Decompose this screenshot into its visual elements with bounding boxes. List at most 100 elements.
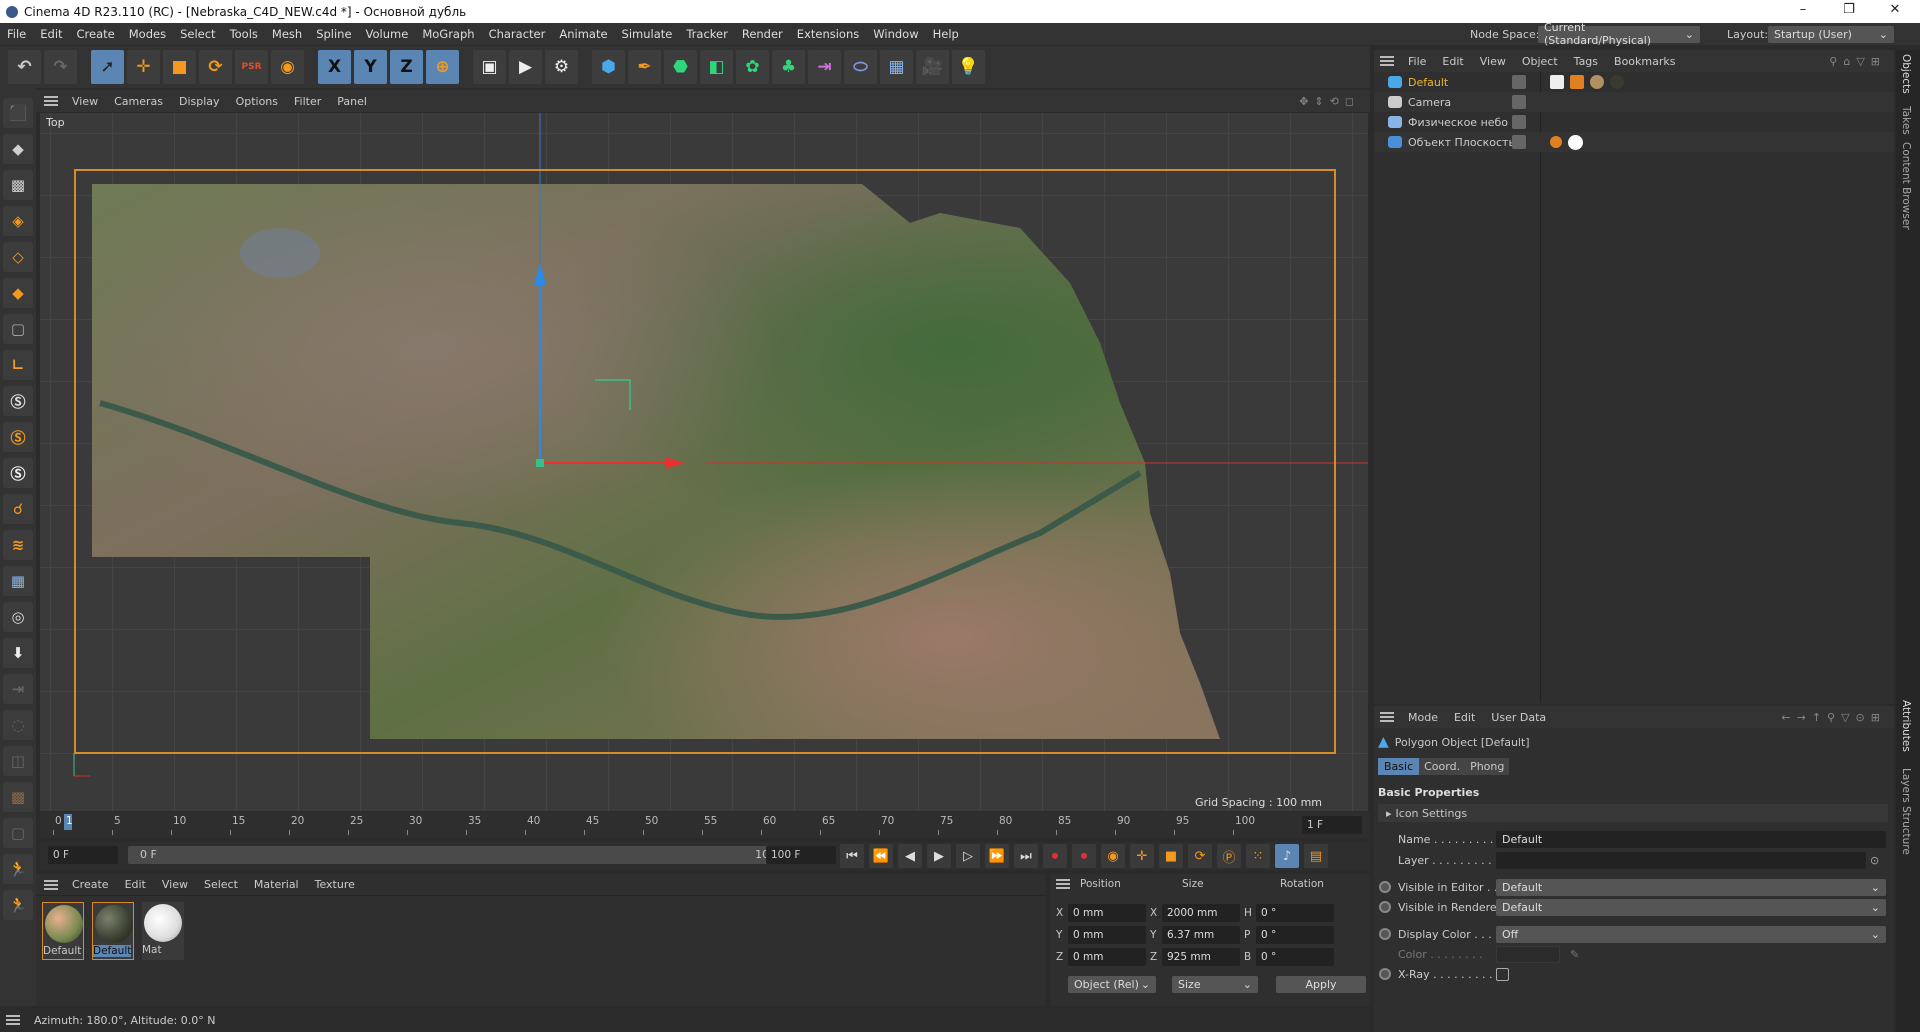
start-frame-field[interactable]: 0 F [48,846,118,864]
menu-item-edit[interactable]: Edit [1434,55,1471,68]
visible-renderer-select[interactable]: Default ⌄ [1496,898,1886,916]
rotation-field[interactable]: 0 ° [1256,948,1334,966]
render-view-icon[interactable]: ▣ [473,50,506,84]
light-icon[interactable]: 💡 [952,50,985,84]
node-space-select[interactable]: Current (Standard/Physical) ⌄ [1538,21,1700,47]
tweak-mode-icon[interactable]: ☌ [3,494,33,524]
array-icon[interactable]: ♣ [772,50,805,84]
y-axis-lock-button[interactable]: Y [354,50,387,84]
animate-radio-icon[interactable] [1379,968,1391,980]
name-field[interactable]: Default [1496,830,1886,848]
uv-mode-icon[interactable]: ▢ [3,314,33,344]
play-icon[interactable]: ▶ [927,844,951,868]
character-import-icon[interactable]: 🏃 [3,854,33,884]
menu-item-simulate[interactable]: Simulate [615,27,680,41]
menu-item-tags[interactable]: Tags [1566,55,1606,68]
pick-layer-icon[interactable]: ⊙ [1870,854,1879,867]
animate-radio-icon[interactable] [1379,881,1391,893]
make-editable-icon[interactable]: ⬛ [3,98,33,128]
hamburger-icon[interactable] [1380,56,1394,66]
menu-item-display[interactable]: Display [171,95,228,108]
rotation-key-icon[interactable]: ⟳ [1188,844,1212,868]
z-axis-lock-button[interactable]: Z [390,50,423,84]
polygons-mode-icon[interactable]: ◆ [3,278,33,308]
extrude-icon[interactable]: ◧ [700,50,733,84]
menu-item-edit[interactable]: Edit [117,878,154,891]
go-to-start-icon[interactable]: ⏮ [840,844,864,868]
object-row[interactable]: Объект Плоскость [1374,132,1894,152]
grid-plane-icon[interactable]: ▦ [3,566,33,596]
menu-item-character[interactable]: Character [482,27,553,41]
menu-item-modes[interactable]: Modes [122,27,173,41]
camera-icon[interactable]: 🎥 [916,50,949,84]
menu-item-create[interactable]: Create [70,27,122,41]
object-row[interactable]: Camera [1374,92,1894,112]
menu-item-render[interactable]: Render [735,27,790,41]
menu-item-mograph[interactable]: MoGraph [415,27,481,41]
render-picture-viewer-icon[interactable]: ▶ [509,50,542,84]
menu-item-material[interactable]: Material [246,878,307,891]
menu-item-view[interactable]: View [154,878,196,891]
material-tag-icon[interactable] [1610,75,1624,89]
disabled-tool-icon[interactable]: ◌ [3,710,33,740]
coord-mode-select[interactable]: Object (Rel) ⌄ [1068,976,1156,993]
position-field[interactable]: 0 mm [1068,904,1146,922]
side-tab-content-browser[interactable]: Content Browser [1900,142,1912,230]
close-button[interactable]: ✕ [1880,2,1910,17]
menu-item-select[interactable]: Select [196,878,246,891]
axis-mode-icon[interactable]: ∟ [3,350,33,380]
menu-item-tracker[interactable]: Tracker [679,27,735,41]
size-mode-select[interactable]: Size ⌄ [1172,976,1258,993]
animate-radio-icon[interactable] [1379,928,1391,940]
menu-item-texture[interactable]: Texture [307,878,363,891]
viewport-top[interactable]: Top Grid Spacing : 100 mm [40,113,1368,811]
menu-item-filter[interactable]: Filter [286,95,329,108]
menu-item-spline[interactable]: Spline [309,27,358,41]
menu-item-edit[interactable]: Edit [1446,711,1483,724]
menu-item-mode[interactable]: Mode [1400,711,1446,724]
hamburger-icon[interactable] [6,1015,20,1025]
disabled-tool-icon[interactable]: ◫ [3,746,33,776]
frame-range-slider[interactable]: 0 F 100 F [128,846,794,864]
material-swatch[interactable]: Mat [142,902,184,960]
tab-basic[interactable]: Basic [1378,758,1420,775]
object-manager-tools-icons[interactable]: ⚲⌂▽⊞ [1829,55,1886,68]
next-key-icon[interactable]: ⏩ [985,844,1009,868]
menu-item-options[interactable]: Options [228,95,286,108]
menu-item-select[interactable]: Select [173,27,222,41]
material-swatch[interactable]: Default [92,902,134,960]
snap-icon[interactable]: Ⓢ [3,386,33,416]
rotation-field[interactable]: 0 ° [1256,926,1334,944]
select-tool-icon[interactable]: ➚ [91,50,124,84]
menu-item-file[interactable]: File [0,27,33,41]
cube-icon[interactable]: ⬢ [592,50,625,84]
minimize-button[interactable]: – [1788,2,1818,17]
render-settings-icon[interactable]: ⚙ [545,50,578,84]
menu-item-edit[interactable]: Edit [33,27,69,41]
menu-item-cameras[interactable]: Cameras [106,95,171,108]
restore-button[interactable]: ❐ [1834,2,1864,17]
menu-item-bookmarks[interactable]: Bookmarks [1606,55,1683,68]
size-field[interactable]: 6.37 mm [1162,926,1240,944]
align-icon[interactable]: ⇥ [3,674,33,704]
side-tab-structure[interactable]: Structure [1900,806,1912,855]
mograph-cloner-icon[interactable]: ✿ [736,50,769,84]
pen-icon[interactable]: ✒ [628,50,661,84]
scale-tool-icon[interactable]: ■ [163,50,196,84]
side-tab-attributes[interactable]: Attributes [1900,700,1912,752]
timeline-ruler[interactable]: 0 5 10 15 20 25 30 35 40 45 50 55 60 65 70 75 80 85 90 95 10… [40,812,1370,838]
box-icon[interactable]: ▩ [3,782,33,812]
material-tag-icon[interactable] [1570,75,1584,89]
menu-item-animate[interactable]: Animate [552,27,614,41]
tab-phong[interactable]: Phong [1465,758,1510,775]
menu-item-help[interactable]: Help [926,27,966,41]
keyframe-selection-icon[interactable]: ◉ [1101,844,1125,868]
floor-icon[interactable]: ▦ [880,50,913,84]
menu-item-create[interactable]: Create [64,878,117,891]
visibility-toggle-icon[interactable] [1512,95,1526,109]
object-row[interactable]: Default [1374,72,1894,92]
move-tool-icon[interactable]: ✛ [127,50,160,84]
disabled-tool-icon[interactable]: ▢ [3,818,33,848]
previous-key-icon[interactable]: ⏪ [869,844,893,868]
deformer-icon[interactable]: ⇥ [808,50,841,84]
